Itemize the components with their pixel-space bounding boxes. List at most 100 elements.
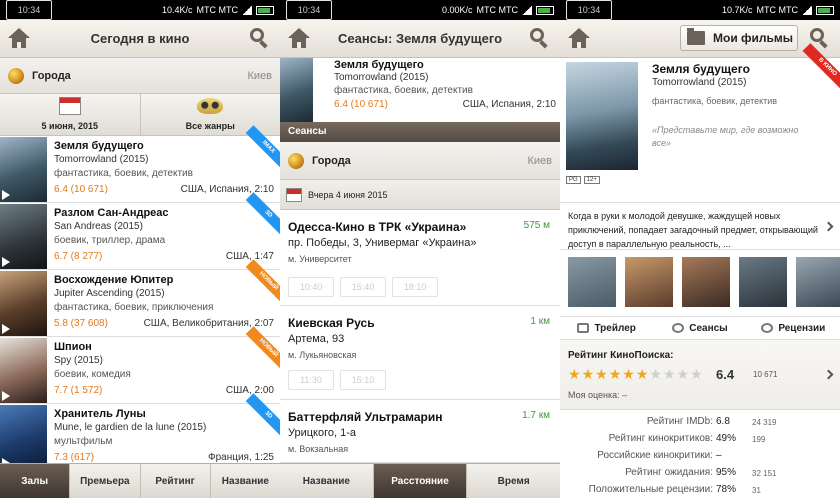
movie-list-item[interactable]: Земля будущего Tomorrowland (2015) фантаст… (0, 125, 280, 203)
star-icon[interactable]: ★ (622, 367, 635, 381)
movie-poster[interactable] (566, 62, 638, 170)
movie-original-title: Tomorrowland (2015) (54, 154, 149, 165)
star-icon[interactable]: ★ (568, 367, 581, 381)
theater-masks-icon (197, 98, 224, 114)
showtime-button[interactable]: 11:30 (288, 370, 334, 390)
cinema-name: Баттерфляй Ультрамарин (288, 410, 443, 424)
movie-list-item[interactable]: Хранитель Луны Mune, le gardien de la lun… (0, 393, 280, 471)
trailer-button[interactable]: Трейлер (560, 323, 653, 334)
movie-description[interactable]: Когда в руки к молодой девушке, жаждущей… (560, 202, 840, 250)
still-image[interactable] (739, 257, 787, 307)
kp-title: Рейтинг КиноПоиска: (568, 350, 674, 361)
still-image[interactable] (568, 257, 616, 307)
rating-row: Рейтинг кинокритиков: 49% 199 (560, 433, 840, 450)
cinema-item[interactable]: Одесса-Кино в ТРК «Украина» 575 м пр. По… (280, 210, 560, 306)
rating-count: 32 151 (752, 469, 777, 478)
movie-genre: фантастика, боевик, детектив (652, 96, 778, 106)
calendar-icon (58, 97, 81, 115)
showtime-button[interactable]: 18:10 (392, 277, 438, 297)
tab-halls[interactable]: Залы (0, 464, 71, 498)
date-selector[interactable]: Вчера 4 июня 2015 (280, 180, 560, 210)
still-image[interactable] (625, 257, 673, 307)
genre-filter-button[interactable]: Все жанры (140, 94, 280, 135)
movie-original-title: Tomorrowland (2015) (334, 72, 429, 83)
movie-original-title: Mune, le gardien de la lune (2015) (54, 422, 207, 433)
star-icon[interactable]: ★ (663, 367, 676, 381)
calendar-icon (286, 187, 302, 202)
rating-stars[interactable]: ★ ★ ★ ★ ★ ★ ★ ★ ★ ★ (568, 367, 703, 381)
movie-poster (0, 338, 47, 403)
movie-rating: 5.8 (37 608) (54, 318, 108, 329)
sort-tabs: Залы Премьера Рейтинг Название (0, 463, 280, 498)
tab-name[interactable]: Название (211, 464, 280, 498)
movie-poster (0, 405, 47, 470)
movie-title: Шпион (54, 341, 92, 353)
cinema-item[interactable]: Баттерфляй Ультрамарин 1.7 км Урицкого, … (280, 400, 560, 463)
tab-distance[interactable]: Расстояние (373, 464, 468, 498)
star-icon[interactable]: ★ (582, 367, 595, 381)
movie-genre: фантастика, боевик, детектив (334, 85, 473, 96)
rating-row: Рейтинг IMDb: 6.8 24 319 (560, 416, 840, 433)
signal-icon (802, 5, 812, 15)
home-icon[interactable] (288, 28, 310, 48)
movie-summary[interactable]: Земля будущего Tomorrowland (2015) фанта… (280, 58, 560, 122)
star-icon[interactable]: ★ (595, 367, 608, 381)
movie-poster (0, 271, 47, 336)
still-image[interactable] (682, 257, 730, 307)
movie-title: Восхождение Юпитер (54, 274, 174, 286)
cinema-metro: м. Вокзальная (288, 444, 349, 454)
showtime-button[interactable]: 10:40 (288, 277, 334, 297)
star-icon[interactable]: ★ (609, 367, 622, 381)
city-selector[interactable]: Города Киев (0, 58, 280, 94)
cinema-item[interactable]: Киевская Русь 1 км Артема, 93 м. Лукьяно… (280, 306, 560, 400)
search-icon[interactable] (250, 28, 270, 49)
status-speed: 10.4K/c (161, 5, 193, 15)
showtime-button[interactable]: 15:40 (340, 277, 386, 297)
rating-value: 49% (716, 433, 737, 444)
play-icon (2, 324, 10, 334)
tab-premiere[interactable]: Премьера (70, 464, 141, 498)
movie-list-item[interactable]: Разлом Сан-Андреас San Andreas (2015) боев… (0, 192, 280, 270)
star-icon[interactable]: ★ (690, 367, 703, 381)
tab-name[interactable]: Название (280, 464, 374, 498)
search-icon[interactable] (530, 28, 550, 49)
showtime-button[interactable]: 15:10 (340, 370, 386, 390)
star-icon[interactable]: ★ (636, 367, 649, 381)
still-image[interactable] (796, 257, 840, 307)
movie-rating: 6.4 (10 671) (54, 184, 108, 195)
top-bar: Сегодня в кино (0, 20, 280, 58)
cinema-distance: 575 м (523, 220, 550, 231)
home-icon[interactable] (8, 28, 30, 48)
globe-icon (8, 67, 24, 84)
kinopoisk-rating[interactable]: Рейтинг КиноПоиска: ★ ★ ★ ★ ★ ★ ★ ★ ★ ★ 6.4 10 67… (560, 340, 840, 410)
city-selector[interactable]: Города Киев (280, 142, 560, 180)
cinema-address: Урицкого, 1-а (288, 427, 357, 439)
movie-country: США, Испания, 2:10 (180, 184, 274, 195)
battery-icon (536, 5, 554, 15)
star-icon[interactable]: ★ (649, 367, 662, 381)
reviews-button[interactable]: Рецензии (747, 323, 840, 334)
my-films-button[interactable]: Мои фильмы (680, 25, 798, 51)
rating-label: Рейтинг IMDb: (646, 416, 713, 427)
genre-filter-label: Все жанры (185, 121, 235, 131)
rating-label: Рейтинг ожидания: (625, 467, 713, 478)
status-speed: 10.7K/c (721, 5, 753, 15)
movie-title: Разлом Сан-Андреас (54, 207, 169, 219)
star-icon[interactable]: ★ (677, 367, 690, 381)
movie-genre: боевик, триллер, драма (54, 235, 166, 246)
globe-icon (288, 152, 304, 169)
screen-showtimes: 10:34 0.00K/c МТС МТС Сеансы: Земля буду… (280, 0, 560, 498)
home-icon[interactable] (568, 28, 590, 48)
tab-rating[interactable]: Рейтинг (141, 464, 211, 498)
date-filter-button[interactable]: 5 июня, 2015 (0, 94, 141, 135)
showtimes-button[interactable]: Сеансы (653, 323, 746, 334)
movie-poster (0, 204, 47, 269)
action-bar: Трейлер Сеансы Рецензии (560, 316, 840, 340)
movie-list-item[interactable]: Шпион Spy (2015) боевик, комедия 7.7 (1 572… (0, 326, 280, 404)
movie-country: Франция, 1:25 (208, 452, 274, 463)
rating-value: 6.8 (716, 416, 730, 427)
description-text: Когда в руки к молодой девушке, жаждущей… (568, 211, 818, 249)
movie-list-item[interactable]: Восхождение Юпитер Jupiter Ascending (201… (0, 259, 280, 337)
rating-row: Рейтинг ожидания: 95% 32 151 (560, 467, 840, 484)
tab-time[interactable]: Время (467, 464, 560, 498)
